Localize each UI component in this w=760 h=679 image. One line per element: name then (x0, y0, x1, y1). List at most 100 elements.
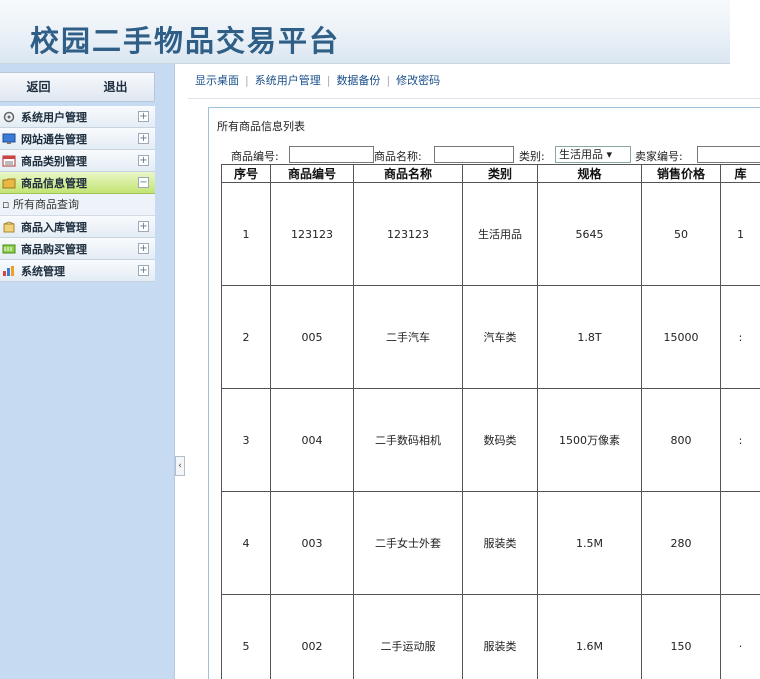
table-cell: 800 (641, 388, 721, 492)
sidebar-subitem-all-goods[interactable]: ▫ 所有商品查询 (0, 194, 155, 216)
table-header-row: 序号 商品编号 商品名称 类别 规格 销售价格 库 (221, 164, 760, 183)
monitor-icon (2, 133, 16, 145)
table-cell: 004 (270, 388, 354, 492)
app-title: 校园二手物品交易平台 (30, 24, 341, 58)
table-row[interactable]: 5 002 二手运动服 服装类 1.6M 150 · (221, 594, 760, 679)
table-cell: 2 (221, 285, 271, 389)
table-cell: 1 (221, 182, 271, 286)
top-nav: 显示桌面 | 系统用户管理 | 数据备份 | 修改密码 (195, 72, 440, 96)
table-cell: 1.6M (537, 594, 642, 679)
expand-icon[interactable]: + (138, 221, 149, 232)
table-row[interactable]: 3 004 二手数码相机 数码类 1500万像素 800: (221, 388, 760, 492)
col-index: 序号 (221, 164, 271, 183)
collapse-icon[interactable]: − (138, 177, 149, 188)
table-cell: 1.5M (537, 491, 642, 595)
table-cell: 数码类 (462, 388, 538, 492)
sidebar-item-label: 网站通告管理 (21, 132, 87, 146)
table-cell: 123123 (353, 182, 463, 286)
table-cell: 002 (270, 594, 354, 679)
expand-icon[interactable]: + (138, 133, 149, 144)
seller-input[interactable] (697, 146, 760, 163)
table-cell: 150 (641, 594, 721, 679)
header-edge (730, 0, 760, 64)
box-icon (2, 220, 16, 233)
table-cell: : (720, 388, 760, 492)
name-label: 商品名称: (374, 150, 422, 163)
sidebar-item-label: 商品购买管理 (21, 242, 87, 256)
nav-show-desktop[interactable]: 显示桌面 (195, 72, 239, 88)
header-banner: 校园二手物品交易平台 (0, 0, 760, 64)
sidebar-item-system[interactable]: 系统管理 + (0, 260, 155, 282)
sidebar-item-announcements[interactable]: 网站通告管理 + (0, 128, 155, 150)
table-cell: 15000 (641, 285, 721, 389)
table-cell: 280 (641, 491, 721, 595)
table-cell (720, 491, 760, 595)
sidebar-collapse-handle[interactable]: ‹ (175, 456, 185, 476)
col-stock: 库 (720, 164, 760, 183)
bullet-icon: ▫ (2, 198, 13, 211)
subitem-label: 所有商品查询 (12, 198, 79, 211)
table-cell: 3 (221, 388, 271, 492)
table-cell: 123123 (270, 182, 354, 286)
table-cell: 005 (270, 285, 354, 389)
category-label: 类别: (519, 150, 545, 163)
name-input[interactable] (434, 146, 514, 163)
back-button[interactable]: 返回 (0, 73, 77, 101)
sidebar-item-label: 商品类别管理 (21, 154, 87, 168)
col-name: 商品名称 (353, 164, 463, 183)
sidebar: 返回 退出 系统用户管理 + 网站通告管理 + 商品类别管理 + 商品信息管理 … (0, 64, 175, 679)
table-cell: 1500万像素 (537, 388, 642, 492)
sidebar-item-label: 商品信息管理 (21, 176, 87, 190)
table-row[interactable]: 1 123123 123123 生活用品 5645 50 1 (221, 182, 760, 286)
expand-icon[interactable]: + (138, 243, 149, 254)
table-cell: 二手数码相机 (353, 388, 463, 492)
sidebar-item-stock-in[interactable]: 商品入库管理 + (0, 216, 155, 238)
col-spec: 规格 (537, 164, 642, 183)
sidebar-item-label: 系统用户管理 (21, 110, 87, 124)
sidebar-item-system-users[interactable]: 系统用户管理 + (0, 106, 155, 128)
code-label: 商品编号: (231, 150, 279, 163)
sidebar-item-goods-info[interactable]: 商品信息管理 − (0, 172, 155, 194)
nav-separator: | (245, 74, 249, 87)
panel-title: 所有商品信息列表 (217, 120, 305, 133)
expand-icon[interactable]: + (138, 155, 149, 166)
table-cell: 5645 (537, 182, 642, 286)
table-cell: 生活用品 (462, 182, 538, 286)
category-select[interactable]: 生活用品 ▾ (555, 146, 631, 163)
sidebar-item-purchases[interactable]: 商品购买管理 + (0, 238, 155, 260)
code-input[interactable] (289, 146, 374, 163)
table-cell: 服装类 (462, 594, 538, 679)
nav-separator: | (386, 74, 391, 87)
table-row[interactable]: 4 003 二手女士外套 服装类 1.5M 280 (221, 491, 760, 595)
logout-button[interactable]: 退出 (77, 73, 154, 101)
list-icon (2, 155, 16, 167)
table-row[interactable]: 2 005 二手汽车 汽车类 1.8T 15000: (221, 285, 760, 389)
expand-icon[interactable]: + (138, 111, 149, 122)
nav-system-users[interactable]: 系统用户管理 (255, 72, 321, 88)
gear-icon (2, 111, 16, 123)
col-code: 商品编号 (270, 164, 354, 183)
table-cell: 二手运动服 (353, 594, 463, 679)
table-cell: · (720, 594, 760, 679)
col-category: 类别 (462, 164, 538, 183)
sidebar-item-categories[interactable]: 商品类别管理 + (0, 150, 155, 172)
folder-icon (2, 177, 16, 189)
search-bar: 商品编号: 商品名称: 类别: 生活用品 ▾ 卖家编号: (229, 146, 760, 166)
nav-data-backup[interactable]: 数据备份 (336, 72, 380, 88)
nav-change-password[interactable]: 修改密码 (396, 72, 440, 88)
table-cell: 服装类 (462, 491, 538, 595)
chart-icon (2, 265, 16, 277)
table-cell: 003 (270, 491, 354, 595)
sidebar-top-buttons: 返回 退出 (0, 72, 155, 102)
seller-label: 卖家编号: (635, 150, 683, 163)
table-cell: 汽车类 (462, 285, 538, 389)
goods-list-panel: 所有商品信息列表 商品编号: 商品名称: 类别: 生活用品 ▾ 卖家编号: 序号… (208, 107, 760, 679)
table-cell: 5 (221, 594, 271, 679)
table-cell: 二手女士外套 (353, 491, 463, 595)
expand-icon[interactable]: + (138, 265, 149, 276)
sidebar-menu: 系统用户管理 + 网站通告管理 + 商品类别管理 + 商品信息管理 − ▫ 所有… (0, 106, 155, 282)
nav-separator: | (326, 74, 331, 87)
table-cell: 1.8T (537, 285, 642, 389)
table-cell: 二手汽车 (353, 285, 463, 389)
goods-table: 序号 商品编号 商品名称 类别 规格 销售价格 库 1 123123 123123 生… (221, 164, 760, 679)
